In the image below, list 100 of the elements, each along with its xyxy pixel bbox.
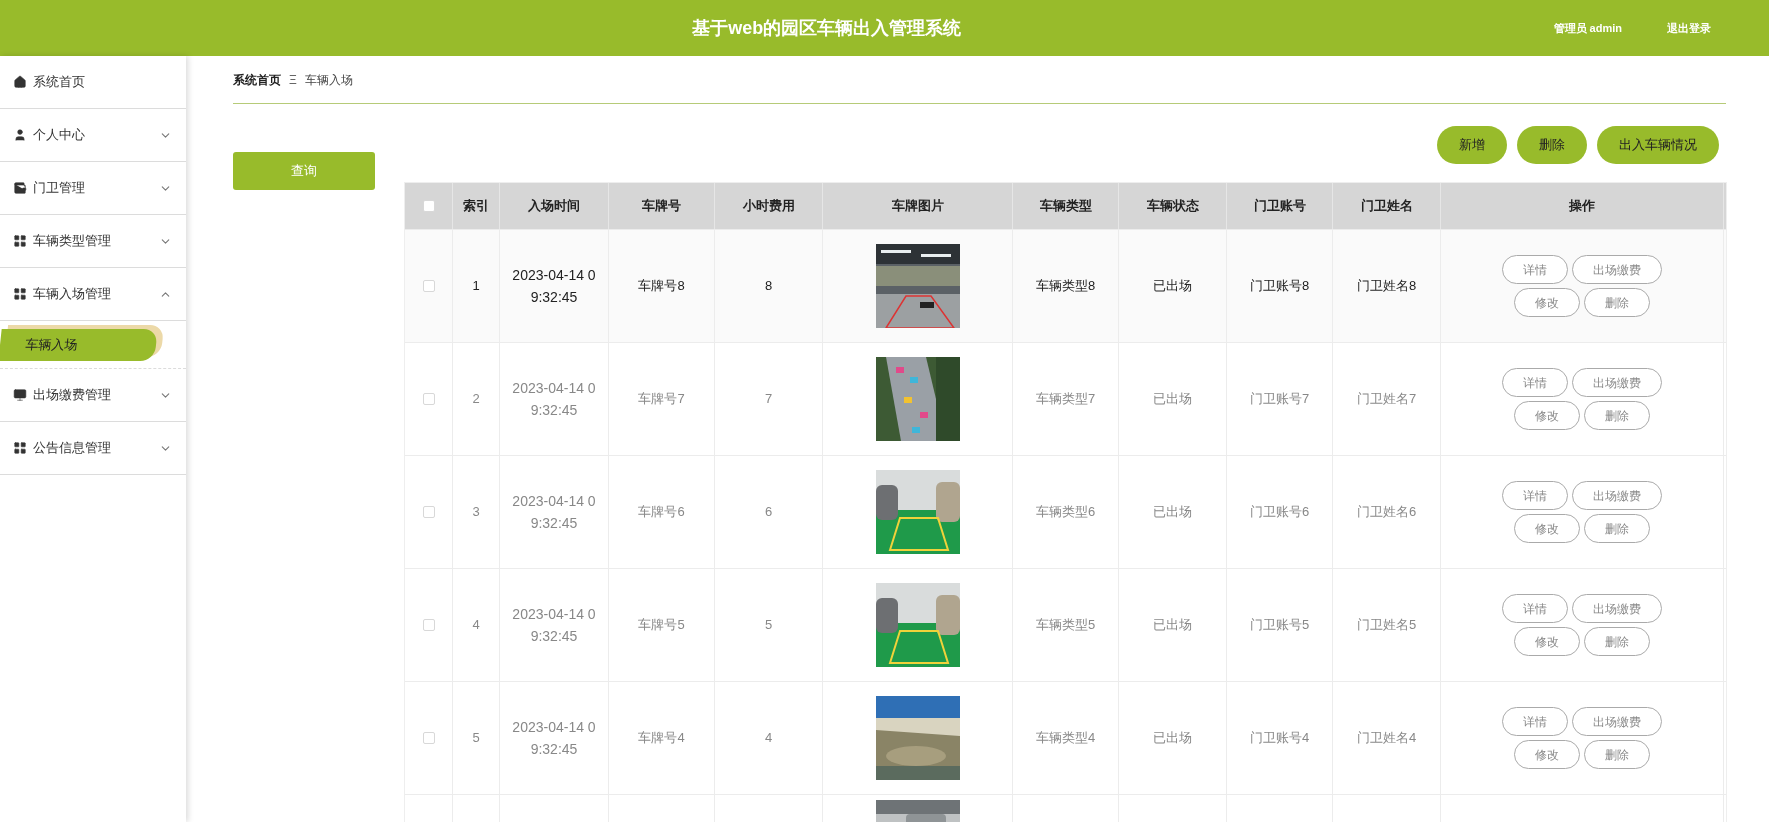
table-cell-text: 3	[472, 503, 480, 522]
table-cell-text: 门卫账号7	[1249, 390, 1310, 409]
sidebar-item[interactable]: 门卫管理	[0, 162, 186, 215]
action-button[interactable]: 出入车辆情况	[1597, 126, 1719, 164]
checkbox[interactable]	[422, 393, 435, 405]
column-header: 车辆类型	[1039, 197, 1092, 216]
table-cell-text: 已出场	[1153, 277, 1192, 296]
row-action-button[interactable]: 删除	[1584, 288, 1650, 317]
app-title: 基于web的园区车辆出入管理系统	[692, 16, 962, 40]
table-cell-text: 8	[764, 277, 773, 296]
row-action-button[interactable]: 出场缴费	[1572, 368, 1662, 397]
column-header: 索引	[463, 197, 489, 216]
logout-link[interactable]: 退出登录	[1667, 19, 1711, 37]
row-action-button[interactable]: 出场缴费	[1572, 594, 1662, 623]
row-action-button[interactable]: 修改	[1514, 627, 1580, 656]
table-cell-text: 门卫账号8	[1249, 277, 1310, 296]
row-action-button[interactable]: 修改	[1514, 514, 1580, 543]
row-action-button[interactable]: 删除	[1584, 627, 1650, 656]
table-cell-text: 车辆类型5	[1035, 616, 1096, 635]
row-action-button[interactable]: 详情	[1502, 594, 1568, 623]
column-header: 车辆状态	[1146, 197, 1199, 216]
table-cell-text: 门卫姓名7	[1356, 390, 1417, 409]
row-action-button[interactable]: 详情	[1502, 707, 1568, 736]
table-cell-text: 5	[764, 616, 773, 635]
table-row[interactable]: 1 2023-04-14 09:32:45 车牌号8 8 车辆类型8 已出场 门卫账号8 门卫姓名8 详情 出场缴费 修改 删除	[405, 229, 1726, 342]
table-cell-text: 2023-04-14 09:32:45	[511, 718, 597, 759]
row-action-button[interactable]: 出场缴费	[1572, 707, 1662, 736]
checkbox[interactable]	[422, 506, 435, 518]
column-header: 门卫账号	[1253, 197, 1306, 216]
wallet-icon	[13, 181, 27, 195]
row-action-button[interactable]: 详情	[1502, 368, 1568, 397]
table-cell-text: 2023-04-14 09:32:45	[511, 605, 597, 646]
grid-icon	[13, 287, 27, 301]
table-cell-text: 车牌号6	[638, 503, 685, 522]
table-cell-text: 车牌号4	[638, 729, 685, 748]
table-cell-text: 4	[472, 616, 480, 635]
grid-icon	[13, 441, 27, 455]
column-header: 小时费用	[742, 197, 795, 216]
table-cell-text: 车牌号8	[638, 277, 685, 296]
action-button[interactable]: 新增	[1437, 126, 1507, 164]
sidebar-item[interactable]: 个人中心	[0, 109, 186, 162]
row-action-button[interactable]: 出场缴费	[1572, 481, 1662, 510]
admin-label: 管理员 admin	[1553, 20, 1622, 36]
table-cell-text: 车辆类型6	[1035, 503, 1096, 522]
column-header: 车牌号	[642, 197, 681, 216]
grid-icon	[13, 234, 27, 248]
table-cell-text: 2023-04-14 09:32:45	[511, 492, 597, 533]
row-action-button[interactable]: 删除	[1584, 401, 1650, 430]
row-action-button[interactable]: 删除	[1584, 740, 1650, 769]
table-row[interactable]: 4 2023-04-14 09:32:45 车牌号5 5 车辆类型5 已出场 门卫账号5 门卫姓名5 详情 出场缴费 修改 删除	[405, 568, 1726, 681]
column-header: 入场时间	[528, 197, 580, 216]
home-icon	[13, 75, 27, 89]
table-cell-text: 2023-04-14 09:32:45	[511, 379, 597, 420]
column-header: 操作	[1569, 197, 1595, 216]
monitor-icon	[13, 388, 27, 402]
action-button[interactable]: 删除	[1517, 126, 1587, 164]
table-cell-text: 门卫姓名5	[1356, 616, 1417, 635]
row-action-button[interactable]: 详情	[1502, 255, 1568, 284]
column-header: 车牌图片	[891, 197, 944, 216]
sidebar-item[interactable]: 车辆类型管理	[0, 215, 186, 268]
row-action-button[interactable]: 修改	[1514, 288, 1580, 317]
breadcrumb-current: 车辆入场	[304, 72, 353, 89]
table-cell-text: 门卫姓名8	[1356, 277, 1417, 296]
sidebar-item[interactable]: 出场缴费管理	[0, 369, 186, 422]
table-cell-text: 门卫账号5	[1249, 616, 1310, 635]
row-action-button[interactable]: 修改	[1514, 401, 1580, 430]
table-cell-text: 门卫账号4	[1249, 729, 1310, 748]
table-cell-text: 车牌号5	[638, 616, 685, 635]
checkbox[interactable]	[422, 200, 435, 212]
table-cell-text: 已出场	[1153, 729, 1192, 748]
table-row[interactable]: 3 2023-04-14 09:32:45 车牌号6 6 车辆类型6 已出场 门卫账号6 门卫姓名6 详情 出场缴费 修改 删除	[405, 455, 1726, 568]
checkbox[interactable]	[422, 732, 435, 744]
table-cell-text: 车辆类型8	[1035, 277, 1096, 296]
table-cell-text: 6	[764, 503, 773, 522]
table-cell-text: 已出场	[1153, 503, 1192, 522]
row-action-button[interactable]: 出场缴费	[1572, 255, 1662, 284]
column-header: 门卫姓名	[1360, 197, 1413, 216]
table-cell-text: 5	[472, 729, 480, 748]
sidebar-item[interactable]: 系统首页	[0, 56, 186, 109]
sidebar-item[interactable]: 车辆入场管理	[0, 268, 186, 321]
user-icon	[13, 128, 27, 142]
table-cell-text: 车辆类型4	[1035, 729, 1096, 748]
row-action-button[interactable]: 删除	[1584, 514, 1650, 543]
checkbox[interactable]	[422, 619, 435, 631]
breadcrumb-home[interactable]: 系统首页	[233, 71, 281, 89]
breadcrumb-separator: Ξ	[289, 72, 297, 89]
table-cell-text: 门卫账号6	[1249, 503, 1310, 522]
checkbox[interactable]	[422, 280, 435, 292]
row-action-button[interactable]: 详情	[1502, 481, 1568, 510]
sidebar-item[interactable]: 公告信息管理	[0, 422, 186, 475]
table-row[interactable]: 5 2023-04-14 09:32:45 车牌号4 4 车辆类型4 已出场 门卫账号4 门卫姓名4 详情 出场缴费 修改 删除	[405, 681, 1726, 794]
search-button[interactable]: 查询	[233, 152, 375, 190]
table-row[interactable]: 2 2023-04-14 09:32:45 车牌号7 7 车辆类型7 已出场 门卫账号7 门卫姓名7 详情 出场缴费 修改 删除	[405, 342, 1726, 455]
table-cell-text: 门卫姓名4	[1356, 729, 1417, 748]
table-cell-text: 2023-04-14 09:32:45	[511, 266, 597, 307]
table-cell-text: 已出场	[1153, 616, 1192, 635]
table-cell-text: 1	[472, 277, 480, 296]
table-cell-text: 门卫姓名6	[1356, 503, 1417, 522]
row-action-button[interactable]: 修改	[1514, 740, 1580, 769]
table-cell-text: 4	[764, 729, 773, 748]
